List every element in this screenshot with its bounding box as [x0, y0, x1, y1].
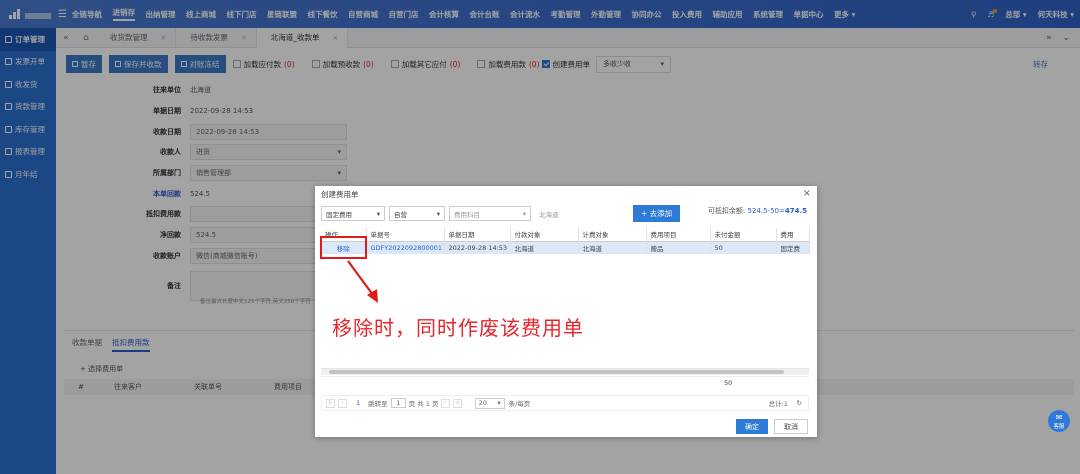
- prev-page-icon[interactable]: ‹: [338, 398, 347, 408]
- fee-table: 操作 单据号 单据日期 付款对象 计费对象 费用项目 未付金额 费用 移除 GDFY202209…: [321, 228, 810, 254]
- next-page-icon[interactable]: ›: [440, 398, 450, 408]
- confirm-button[interactable]: 确定: [736, 419, 768, 434]
- annotation-highlight-box: [320, 236, 367, 259]
- column-header: 计费对象: [578, 228, 647, 241]
- refresh-icon[interactable]: ↻: [797, 399, 802, 407]
- page-size-select[interactable]: 20 ▾: [474, 397, 505, 409]
- column-header: 费用: [776, 228, 810, 241]
- caret-down-icon: ▾: [497, 399, 501, 407]
- channel-select[interactable]: 自营 ▾: [389, 206, 445, 221]
- pagination: |‹ ‹ 1 跳转至 1 页 共 1 页 › ›| 20 ▾ 条/每页 总计:1 …: [321, 395, 809, 411]
- total-count: 总计:1: [768, 400, 788, 408]
- column-header: 费用项目: [646, 228, 711, 241]
- goto-page-input[interactable]: 1: [390, 398, 406, 408]
- partner-field[interactable]: 北海道: [535, 206, 621, 221]
- horizontal-scrollbar[interactable]: [321, 369, 809, 375]
- table-cell: 赠品: [646, 241, 711, 254]
- fee-type-select[interactable]: 固定费用 ▾: [321, 206, 385, 221]
- table-cell: 50: [710, 241, 777, 254]
- last-page-icon[interactable]: ›|: [452, 398, 462, 408]
- table-cell: 北海道: [578, 241, 647, 254]
- caret-down-icon: ▾: [436, 209, 440, 218]
- chat-bubble-icon: ✉: [1055, 412, 1063, 422]
- table-cell: 北海道: [510, 241, 579, 254]
- table-row[interactable]: 移除 GDFY2022092800001 2022-09-28 14:53 北海道 北海…: [321, 241, 810, 254]
- first-page-icon[interactable]: |‹: [326, 398, 335, 408]
- doc-number-link[interactable]: GDFY2022092800001: [366, 241, 445, 254]
- table-cell: 2022-09-28 14:53: [444, 241, 511, 254]
- modal-title: 创建费用单: [321, 189, 359, 199]
- caret-down-icon: ▾: [376, 209, 380, 218]
- per-page-label: 条/每页: [508, 400, 531, 408]
- customer-service-widget[interactable]: ✉ 客服: [1048, 410, 1070, 432]
- total-pages: 共 1 页: [417, 400, 439, 408]
- table-summary-row: 50: [321, 376, 809, 388]
- annotation-arrow: [347, 260, 378, 303]
- column-header: 付款对象: [510, 228, 579, 241]
- close-icon[interactable]: ×: [803, 188, 811, 199]
- available-deduction: 可抵扣余额: 524.5-50=474.5: [707, 207, 807, 215]
- column-header: 未付金额: [710, 228, 777, 241]
- go-add-button[interactable]: + 去添加: [633, 205, 681, 222]
- cancel-button[interactable]: 取消: [774, 419, 808, 434]
- sum-unpaid: 50: [724, 379, 733, 387]
- current-page[interactable]: 1: [356, 399, 360, 407]
- column-header: 单据日期: [444, 228, 511, 241]
- annotation-text: 移除时，同时作废该费用单: [332, 316, 584, 340]
- fee-subject-select[interactable]: 费用科目 ▾: [449, 206, 531, 221]
- table-cell: 固定费: [776, 241, 810, 254]
- column-header: 单据号: [366, 228, 445, 241]
- goto-label: 跳转至: [368, 400, 388, 408]
- caret-down-icon: ▾: [522, 209, 526, 218]
- page-word: 页: [408, 400, 416, 408]
